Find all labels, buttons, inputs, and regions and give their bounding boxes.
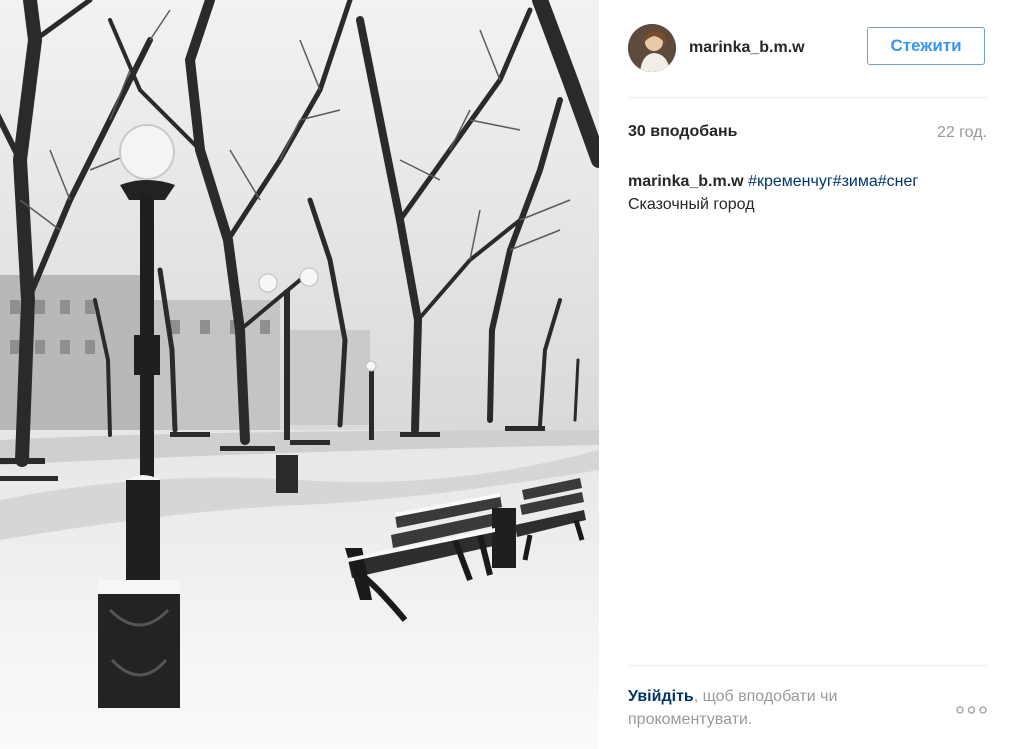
follow-button[interactable]: Стежити <box>867 27 985 65</box>
header-divider <box>628 97 987 98</box>
footer-divider <box>628 665 987 666</box>
ellipsis-icon[interactable] <box>956 702 987 714</box>
snowy-park-image <box>0 0 599 749</box>
login-link[interactable]: Увійдіть <box>628 688 694 705</box>
hashtag-sneg[interactable]: #снег <box>878 173 918 190</box>
post-photo[interactable] <box>0 0 599 749</box>
post-header: marinka_b.m.w Стежити <box>628 24 988 72</box>
post-timestamp[interactable]: 22 год. <box>937 124 987 142</box>
hashtag-kremenchug[interactable]: #кременчуг <box>748 173 833 190</box>
avatar-image <box>628 24 676 72</box>
hashtag-zima[interactable]: #зима <box>833 173 878 190</box>
caption-text: Сказочный город <box>628 196 755 213</box>
post-footer: Увійдіть, щоб вподобати чи прокоментуват… <box>628 685 987 733</box>
caption-username[interactable]: marinka_b.m.w <box>628 173 744 190</box>
post-details-panel: marinka_b.m.w Стежити 30 вподобань 22 го… <box>599 0 1015 749</box>
post-username[interactable]: marinka_b.m.w <box>689 39 805 57</box>
avatar[interactable] <box>628 24 676 72</box>
post-caption: marinka_b.m.w #кременчуг#зима#снег Сказо… <box>628 170 987 216</box>
post-view: marinka_b.m.w Стежити 30 вподобань 22 го… <box>0 0 1015 749</box>
likes-count[interactable]: 30 вподобань <box>628 123 738 141</box>
login-prompt: Увійдіть, щоб вподобати чи прокоментуват… <box>628 685 928 731</box>
